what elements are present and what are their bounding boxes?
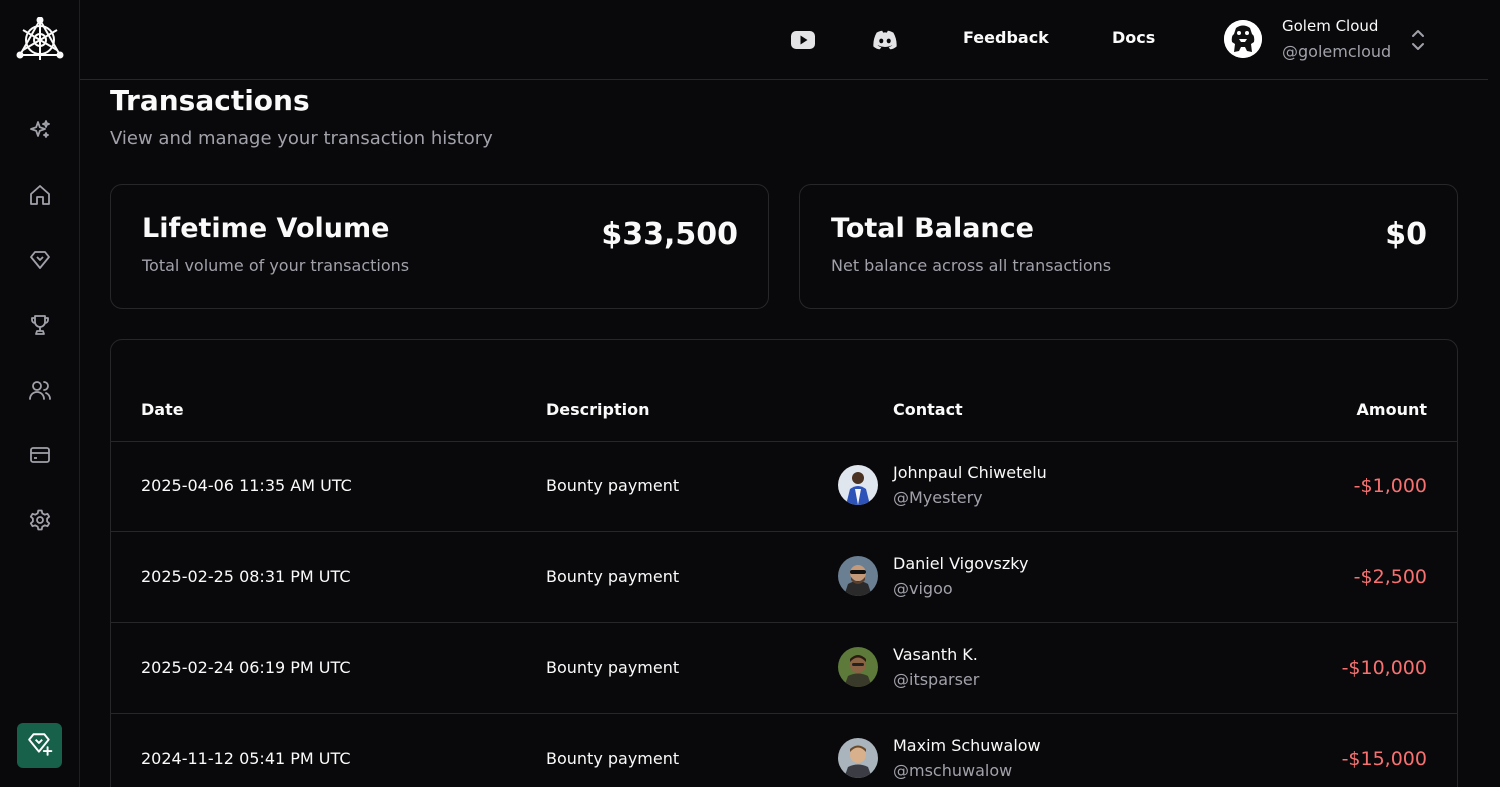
avatar bbox=[838, 465, 878, 505]
create-bounty-button[interactable] bbox=[17, 723, 62, 768]
feedback-link[interactable]: Feedback bbox=[963, 28, 1049, 47]
card-title: Lifetime Volume bbox=[142, 213, 390, 244]
contact-handle[interactable]: @mschuwalow bbox=[893, 761, 1012, 780]
home-icon[interactable] bbox=[24, 179, 56, 211]
card-description: Net balance across all transactions bbox=[831, 256, 1112, 275]
lifetime-volume-card: Lifetime Volume Total volume of your tra… bbox=[110, 184, 769, 309]
contact-name[interactable]: Johnpaul Chiwetelu bbox=[893, 463, 1047, 482]
total-balance-card: Total Balance Net balance across all tra… bbox=[799, 184, 1458, 309]
credit-card-icon[interactable] bbox=[24, 439, 56, 471]
amount-cell: -$10,000 bbox=[1341, 657, 1427, 679]
date-cell: 2024-11-12 05:41 PM UTC bbox=[141, 749, 351, 768]
trophy-icon[interactable] bbox=[24, 309, 56, 341]
contact-name[interactable]: Vasanth K. bbox=[893, 645, 978, 664]
amount-cell: -$2,500 bbox=[1353, 566, 1427, 588]
org-avatar bbox=[1224, 20, 1262, 58]
amount-cell: -$1,000 bbox=[1353, 475, 1427, 497]
card-description: Total volume of your transactions bbox=[142, 256, 410, 275]
description-cell: Bounty payment bbox=[546, 749, 680, 768]
contact-name[interactable]: Maxim Schuwalow bbox=[893, 736, 1041, 755]
settings-icon[interactable] bbox=[24, 504, 56, 536]
column-header-date[interactable]: Date bbox=[141, 400, 184, 419]
avatar bbox=[838, 556, 878, 596]
diamond-icon[interactable] bbox=[24, 244, 56, 276]
date-cell: 2025-02-25 08:31 PM UTC bbox=[141, 567, 351, 586]
contact-name[interactable]: Daniel Vigovszky bbox=[893, 554, 1028, 573]
docs-link[interactable]: Docs bbox=[1112, 28, 1155, 47]
contact-handle[interactable]: @itsparser bbox=[893, 670, 979, 689]
algora-logo-icon[interactable] bbox=[16, 16, 64, 63]
diamond-plus-icon bbox=[27, 731, 53, 761]
org-name: Golem Cloud bbox=[1282, 17, 1379, 35]
date-cell: 2025-02-24 06:19 PM UTC bbox=[141, 658, 351, 677]
card-value: $0 bbox=[1385, 217, 1427, 252]
column-header-contact[interactable]: Contact bbox=[893, 400, 963, 419]
org-switcher[interactable]: Golem Cloud @golemcloud bbox=[1224, 14, 1434, 66]
top-bar: Feedback Docs Golem Cloud @golemcloud bbox=[80, 0, 1488, 80]
chevron-up-down-icon bbox=[1408, 26, 1428, 54]
card-value: $33,500 bbox=[601, 217, 738, 252]
date-cell: 2025-04-06 11:35 AM UTC bbox=[141, 476, 352, 495]
table-row[interactable]: 2025-02-25 08:31 PM UTC Bounty payment D… bbox=[111, 532, 1457, 623]
avatar bbox=[838, 738, 878, 778]
description-cell: Bounty payment bbox=[546, 658, 680, 677]
description-cell: Bounty payment bbox=[546, 476, 680, 495]
table-row[interactable]: 2025-04-06 11:35 AM UTC Bounty payment J… bbox=[111, 441, 1457, 532]
org-handle: @golemcloud bbox=[1282, 42, 1392, 61]
page-title: Transactions bbox=[110, 84, 310, 117]
column-header-description[interactable]: Description bbox=[546, 400, 649, 419]
description-cell: Bounty payment bbox=[546, 567, 680, 586]
avatar bbox=[838, 647, 878, 687]
table-row[interactable]: 2024-11-12 05:41 PM UTC Bounty payment M… bbox=[111, 714, 1457, 787]
amount-cell: -$15,000 bbox=[1341, 748, 1427, 770]
card-title: Total Balance bbox=[831, 213, 1034, 244]
users-icon[interactable] bbox=[24, 374, 56, 406]
transactions-table: Date Description Contact Amount 2025-04-… bbox=[110, 339, 1458, 787]
sparkles-icon[interactable] bbox=[24, 114, 56, 146]
table-row[interactable]: 2025-02-24 06:19 PM UTC Bounty payment V… bbox=[111, 623, 1457, 714]
contact-handle[interactable]: @Myestery bbox=[893, 488, 983, 507]
sidebar bbox=[0, 0, 80, 787]
discord-icon[interactable] bbox=[872, 27, 898, 53]
contact-handle[interactable]: @vigoo bbox=[893, 579, 953, 598]
column-header-amount[interactable]: Amount bbox=[1357, 400, 1427, 419]
page-subtitle: View and manage your transaction history bbox=[110, 128, 493, 149]
youtube-icon[interactable] bbox=[790, 27, 816, 53]
